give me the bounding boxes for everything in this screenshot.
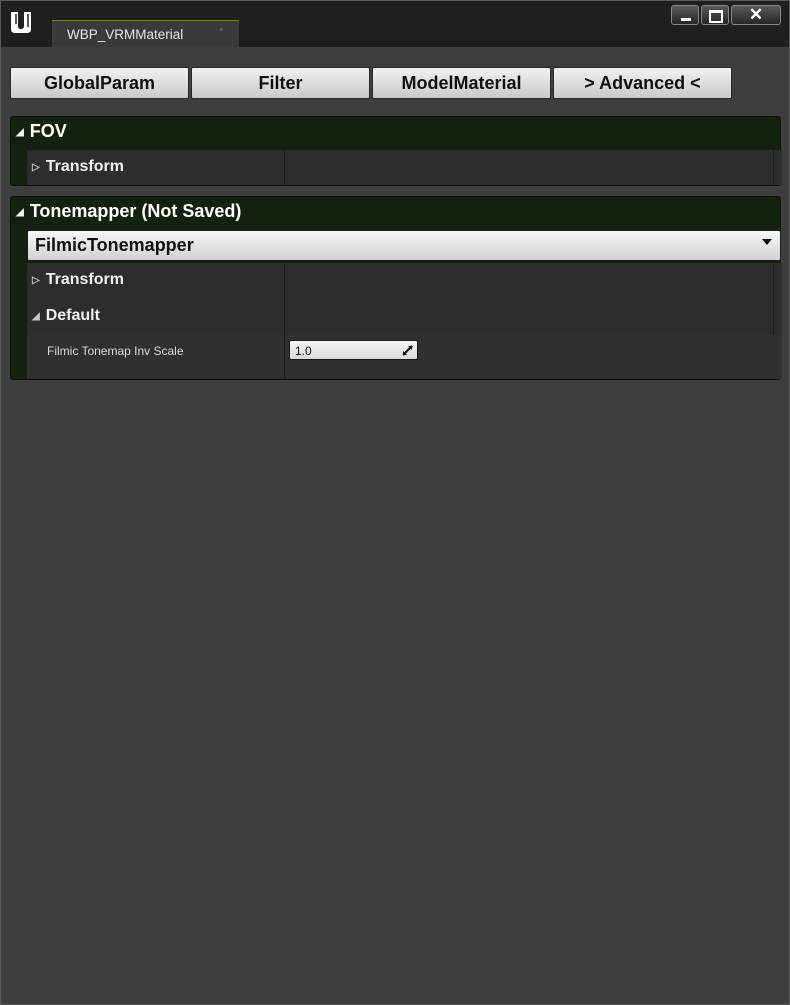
document-tab[interactable]: WBP_VRMMaterial * xyxy=(52,20,239,47)
tonemapper-selected: FilmicTonemapper xyxy=(35,235,194,255)
collapsed-triangle-icon: ▷ xyxy=(32,275,40,286)
nav-button-bar: GlobalParam Filter ModelMaterial > Advan… xyxy=(10,67,732,99)
filmic-tonemap-inv-scale-row: Filmic Tonemap Inv Scale 1.0 xyxy=(27,335,782,379)
window-controls: ✕ xyxy=(671,5,781,27)
inv-scale-number-field[interactable]: 1.0 xyxy=(289,340,418,360)
advanced-button[interactable]: > Advanced < xyxy=(553,67,732,99)
tonemapper-transform-row[interactable]: ▷ Transform xyxy=(27,263,782,299)
tonemapper-category-header[interactable]: ◢ Tonemapper (Not Saved) xyxy=(16,201,241,222)
fov-transform-row[interactable]: ▷ Transform xyxy=(27,150,782,185)
collapsed-triangle-icon: ▷ xyxy=(32,162,40,173)
title-bar[interactable]: WBP_VRMMaterial * ✕ xyxy=(1,1,789,47)
tonemapper-title: Tonemapper (Not Saved) xyxy=(29,201,242,221)
tonemapper-default-group[interactable]: ◢ Default xyxy=(32,307,100,325)
tonemapper-default-row[interactable]: ◢ Default xyxy=(27,299,782,335)
maximize-icon[interactable] xyxy=(701,5,729,25)
expanded-triangle-icon: ◢ xyxy=(16,207,24,218)
drag-resize-icon[interactable] xyxy=(402,345,413,356)
unreal-engine-logo-icon xyxy=(11,12,31,33)
tonemapper-category: ◢ Tonemapper (Not Saved) FilmicTonemapper… xyxy=(10,196,782,380)
fov-transform-label: Transform xyxy=(45,158,124,175)
fov-title: FOV xyxy=(29,121,67,141)
row-divider xyxy=(773,150,774,185)
row-divider xyxy=(773,299,774,335)
tonemapper-transform-group[interactable]: ▷ Transform xyxy=(32,271,124,289)
tab-title: WBP_VRMMaterial xyxy=(67,27,184,42)
close-window-button[interactable]: ✕ xyxy=(731,5,781,25)
fov-transform-group[interactable]: ▷ Transform xyxy=(32,158,124,176)
minimize-icon[interactable] xyxy=(671,5,699,25)
row-divider xyxy=(773,263,774,299)
modelmaterial-button[interactable]: ModelMaterial xyxy=(372,67,551,99)
default-label: Default xyxy=(45,307,100,324)
filter-button[interactable]: Filter xyxy=(191,67,370,99)
close-icon: ✕ xyxy=(748,5,764,24)
tonemapper-transform-label: Transform xyxy=(45,271,124,288)
fov-category-header[interactable]: ◢ FOV xyxy=(16,121,67,142)
app-window: WBP_VRMMaterial * ✕ GlobalParam Filter M… xyxy=(0,0,790,1005)
globalparam-button[interactable]: GlobalParam xyxy=(10,67,189,99)
property-label: Filmic Tonemap Inv Scale xyxy=(47,344,184,358)
tonemapper-dropdown[interactable]: FilmicTonemapper xyxy=(27,230,781,261)
dropdown-arrow-icon xyxy=(762,239,772,245)
expanded-triangle-icon: ◢ xyxy=(16,127,24,138)
expanded-triangle-icon: ◢ xyxy=(32,311,40,322)
fov-category: ◢ FOV ▷ Transform xyxy=(10,116,782,186)
tab-close-icon[interactable]: * xyxy=(219,26,223,38)
inv-scale-value: 1.0 xyxy=(295,344,312,358)
